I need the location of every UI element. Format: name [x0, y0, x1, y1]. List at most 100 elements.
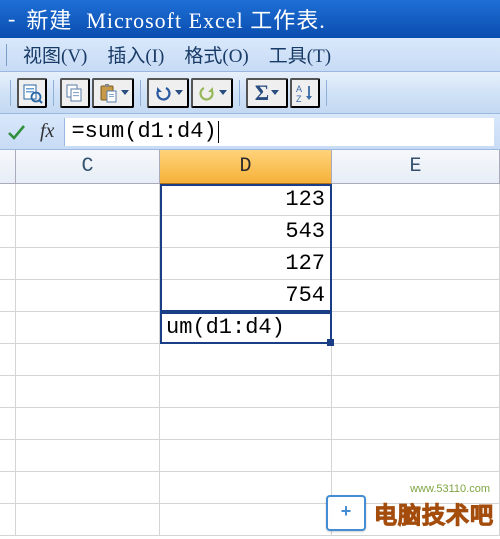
- menu-insert[interactable]: 插入(I): [97, 39, 174, 70]
- cell-stub[interactable]: [0, 408, 16, 440]
- toolbar-separator: [140, 80, 141, 106]
- cell-c4[interactable]: [16, 280, 160, 312]
- chevron-down-icon: [175, 90, 183, 95]
- cell-c5[interactable]: [16, 312, 160, 344]
- table-row: [0, 408, 500, 440]
- cell-stub[interactable]: [0, 472, 16, 504]
- table-row: 754: [0, 280, 500, 312]
- cell-c6[interactable]: [16, 344, 160, 376]
- cell-d6[interactable]: [160, 344, 332, 376]
- cell-e11[interactable]: [332, 504, 500, 536]
- cell-e9[interactable]: [332, 440, 500, 472]
- cell-d1[interactable]: 123: [160, 184, 332, 216]
- cell-c9[interactable]: [16, 440, 160, 472]
- formula-input[interactable]: =sum(d1:d4): [64, 118, 494, 146]
- cell-stub[interactable]: [0, 504, 16, 536]
- cell-stub[interactable]: [0, 312, 16, 344]
- text-caret: [218, 121, 219, 143]
- cell-stub[interactable]: [0, 344, 16, 376]
- cell-e5[interactable]: [332, 312, 500, 344]
- sort-asc-icon: A Z: [294, 82, 316, 104]
- svg-text:A: A: [296, 84, 302, 94]
- cell-d3[interactable]: 127: [160, 248, 332, 280]
- chevron-down-icon: [121, 90, 129, 95]
- autosum-button[interactable]: Σ: [246, 78, 288, 108]
- cell-c10[interactable]: [16, 472, 160, 504]
- cell-d8[interactable]: [160, 408, 332, 440]
- rows-container: 123 543 127 754 um(d1:d4): [0, 184, 500, 536]
- paste-button[interactable]: [92, 78, 134, 108]
- formula-text: =sum(d1:d4): [71, 119, 216, 144]
- menu-bar: 视图(V) 插入(I) 格式(O) 工具(T): [0, 38, 500, 72]
- toolbar-separator: [10, 80, 11, 106]
- col-header-c[interactable]: C: [16, 150, 160, 184]
- table-row: um(d1:d4): [0, 312, 500, 344]
- toolbar: Σ A Z: [0, 72, 500, 114]
- cell-d9[interactable]: [160, 440, 332, 472]
- redo-icon: [197, 83, 217, 103]
- menu-tools[interactable]: 工具(T): [259, 39, 341, 70]
- chevron-down-icon: [219, 90, 227, 95]
- cell-stub[interactable]: [0, 248, 16, 280]
- table-row: 543: [0, 216, 500, 248]
- toolbar-separator: [326, 80, 327, 106]
- toolbar-separator: [53, 80, 54, 106]
- enter-button[interactable]: [6, 122, 26, 142]
- sigma-icon: Σ: [255, 80, 269, 106]
- svg-text:Z: Z: [296, 94, 302, 104]
- title-new-zh: 新建: [26, 3, 72, 35]
- copy-button[interactable]: [60, 78, 90, 108]
- spreadsheet-grid: C D E 123 543 127 754: [0, 150, 500, 539]
- toolbar-separator: [239, 80, 240, 106]
- redo-button[interactable]: [191, 78, 233, 108]
- cell-stub[interactable]: [0, 376, 16, 408]
- cell-e7[interactable]: [332, 376, 500, 408]
- cell-c7[interactable]: [16, 376, 160, 408]
- sort-asc-button[interactable]: A Z: [290, 78, 320, 108]
- cell-stub[interactable]: [0, 184, 16, 216]
- cell-c3[interactable]: [16, 248, 160, 280]
- title-bar: - 新建 Microsoft Excel 工作表.: [0, 0, 500, 38]
- print-preview-button[interactable]: [17, 78, 47, 108]
- cell-c1[interactable]: [16, 184, 160, 216]
- paste-icon: [97, 82, 119, 104]
- menu-separator: [6, 44, 7, 66]
- chevron-down-icon: [271, 90, 279, 95]
- table-row: 123: [0, 184, 500, 216]
- copy-icon: [64, 82, 86, 104]
- table-row: [0, 376, 500, 408]
- title-dash: -: [8, 6, 16, 32]
- cell-stub[interactable]: [0, 216, 16, 248]
- cell-d7[interactable]: [160, 376, 332, 408]
- cell-c2[interactable]: [16, 216, 160, 248]
- cell-d5-active[interactable]: um(d1:d4): [160, 312, 332, 344]
- cell-c11[interactable]: [16, 504, 160, 536]
- cell-e2[interactable]: [332, 216, 500, 248]
- cell-e4[interactable]: [332, 280, 500, 312]
- col-header-d[interactable]: D: [160, 150, 332, 184]
- title-app-name: Microsoft Excel 工作表.: [86, 3, 325, 35]
- cell-e10[interactable]: [332, 472, 500, 504]
- col-header-e[interactable]: E: [332, 150, 500, 184]
- table-row: 127: [0, 248, 500, 280]
- print-preview-icon: [21, 82, 43, 104]
- cell-stub[interactable]: [0, 280, 16, 312]
- undo-icon: [153, 83, 173, 103]
- cell-e1[interactable]: [332, 184, 500, 216]
- cell-d4[interactable]: 754: [160, 280, 332, 312]
- table-row: [0, 344, 500, 376]
- cell-e3[interactable]: [332, 248, 500, 280]
- cell-d2[interactable]: 543: [160, 216, 332, 248]
- cell-c8[interactable]: [16, 408, 160, 440]
- cell-d10[interactable]: [160, 472, 332, 504]
- cell-e6[interactable]: [332, 344, 500, 376]
- fx-label[interactable]: fx: [40, 120, 54, 143]
- undo-button[interactable]: [147, 78, 189, 108]
- cell-d11[interactable]: [160, 504, 332, 536]
- menu-view[interactable]: 视图(V): [13, 39, 97, 70]
- cell-stub[interactable]: [0, 440, 16, 472]
- menu-format[interactable]: 格式(O): [174, 39, 258, 70]
- cell-e8[interactable]: [332, 408, 500, 440]
- check-icon: [6, 122, 26, 142]
- col-header-stub[interactable]: [0, 150, 16, 184]
